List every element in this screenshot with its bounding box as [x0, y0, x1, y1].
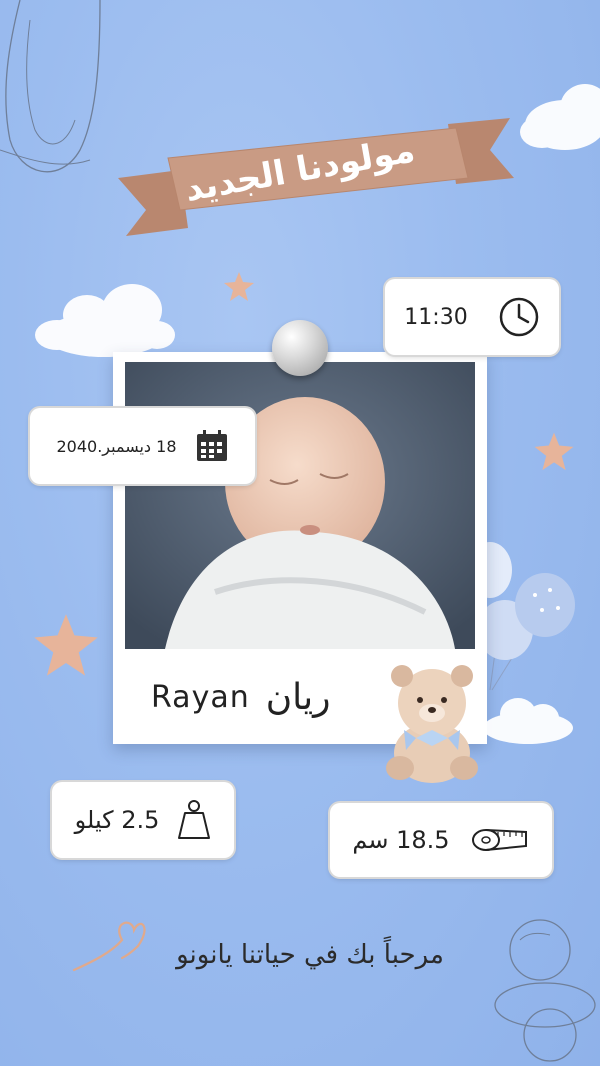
teddy-bear [386, 665, 478, 783]
welcome-message: مرحباً بك في حياتنا يانونو [176, 940, 444, 970]
star-top [224, 272, 254, 301]
baby-name-english: Rayan [151, 679, 250, 715]
weight-card: 2.5 كيلو [52, 782, 234, 858]
time-card: 11:30 [385, 279, 559, 355]
date-card: 18 ديسمبر.2040 [30, 408, 255, 484]
length-card: 18.5 سم [330, 803, 552, 877]
cloud-behind-bear [483, 698, 573, 744]
length-value: 18.5 سم [352, 826, 450, 854]
cloud-top-right [520, 84, 600, 150]
baby-name-arabic: ريان [265, 676, 331, 718]
clock-icon [498, 296, 540, 338]
calendar-icon [195, 429, 229, 463]
birth-announcement-card: مولودنا الجديد Rayan ريان 11:30 18 ديسمب… [0, 0, 600, 1066]
star-left [34, 614, 98, 676]
weight-icon [177, 799, 211, 841]
push-pin [272, 320, 328, 376]
time-value: 11:30 [404, 304, 468, 330]
date-value: 18 ديسمبر.2040 [56, 436, 177, 456]
weight-value: 2.5 كيلو [74, 806, 160, 834]
pacifier-sketch [494, 919, 596, 1062]
star-right [534, 432, 574, 471]
baby-photo [125, 362, 475, 649]
tape-measure-icon [470, 824, 530, 856]
baby-shoe-sketch [0, 0, 101, 173]
